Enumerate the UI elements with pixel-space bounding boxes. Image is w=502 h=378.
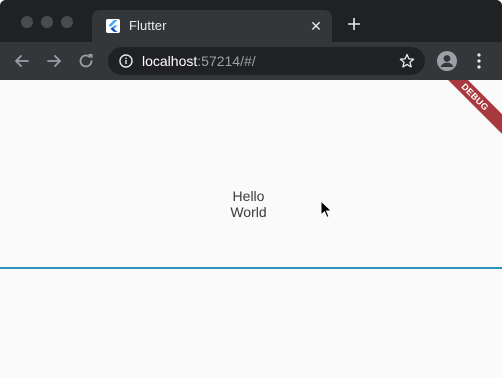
tab-title: Flutter: [129, 18, 167, 33]
plus-icon[interactable]: [346, 16, 362, 32]
browser-toolbar: localhost:57214/#/: [0, 42, 502, 80]
browser-window: Flutter ✕ localhost:57214/#/ Hello World…: [0, 0, 502, 378]
url-host: localhost: [142, 53, 198, 69]
info-icon[interactable]: [119, 54, 133, 68]
maximize-window-button[interactable]: [61, 16, 73, 28]
url-text: localhost:57214/#/: [142, 53, 256, 69]
greeting-line-1: Hello: [232, 188, 265, 204]
greeting-line-2: World: [230, 204, 267, 220]
tab-strip: Flutter ✕: [0, 0, 502, 42]
tab-flutter[interactable]: Flutter ✕: [92, 10, 332, 42]
arrow-right-icon[interactable]: [44, 51, 64, 71]
close-window-button[interactable]: [21, 16, 33, 28]
debug-banner: DEBUG: [431, 80, 502, 141]
greeting-text: Hello World: [0, 188, 497, 220]
flutter-app-viewport: Hello World DEBUG: [0, 80, 502, 378]
star-icon[interactable]: [399, 53, 415, 69]
minimize-window-button[interactable]: [41, 16, 53, 28]
profile-icon[interactable]: [436, 50, 458, 72]
reload-icon[interactable]: [76, 51, 96, 71]
url-path: :57214/#/: [197, 53, 256, 69]
kebab-menu-icon[interactable]: [472, 52, 486, 70]
arrow-left-icon[interactable]: [12, 51, 32, 71]
close-tab-icon[interactable]: ✕: [308, 18, 324, 34]
address-bar[interactable]: localhost:57214/#/: [108, 47, 425, 75]
flutter-logo-icon: [106, 19, 120, 33]
divider: [0, 267, 502, 269]
mouse-cursor-icon: [320, 199, 334, 220]
